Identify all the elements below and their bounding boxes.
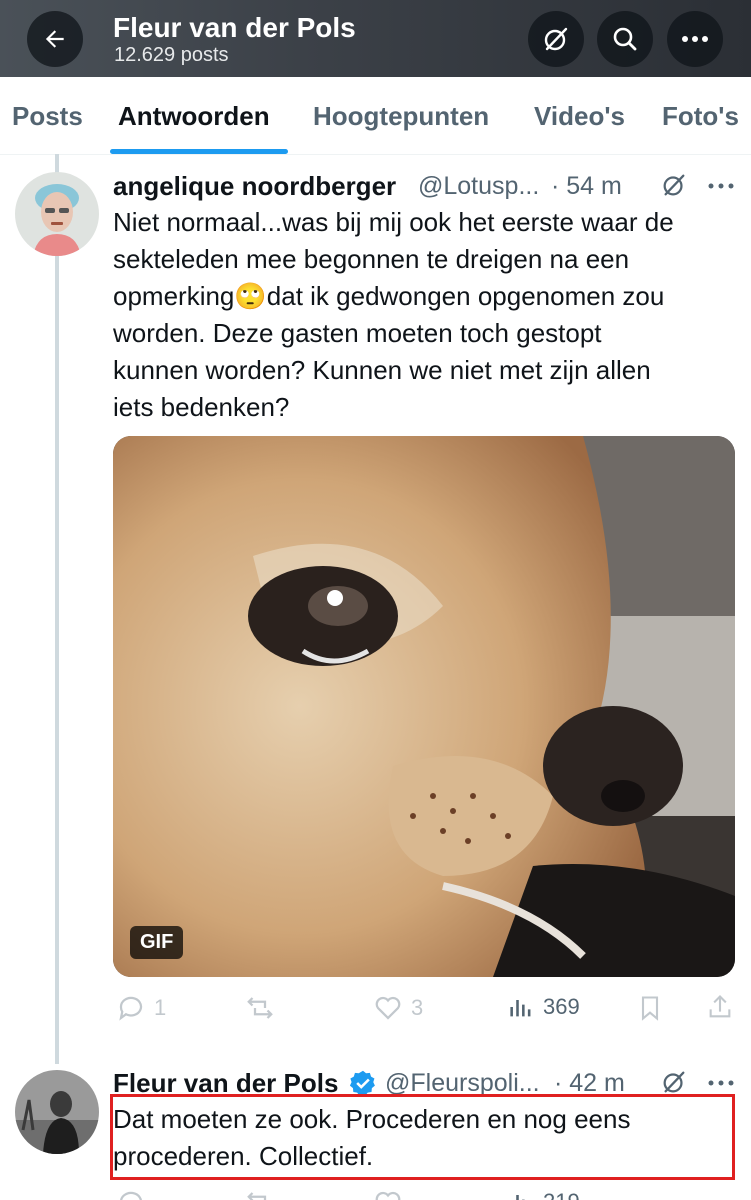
reply-icon: [119, 996, 143, 1021]
heart-icon: [375, 1191, 401, 1200]
views-button[interactable]: 369: [507, 993, 580, 1021]
search-button[interactable]: [597, 11, 653, 67]
more-dots-icon: [682, 36, 708, 42]
timestamp[interactable]: · 54 m: [551, 172, 622, 201]
active-tab-indicator: [110, 149, 288, 154]
author-handle[interactable]: @Lotusp...: [418, 172, 539, 201]
tweet-text: Niet normaal...was bij mij ook het eerst…: [113, 204, 743, 426]
tweet-text-line: worden. Deze gasten moeten toch gestopt: [113, 318, 602, 348]
tab-replies[interactable]: Antwoorden: [118, 101, 270, 132]
tweet-text-line: iets bedenken?: [113, 392, 290, 422]
repost-button[interactable]: [244, 993, 276, 1023]
views-button[interactable]: 219: [507, 1188, 580, 1200]
highlight-annotation-box: [110, 1094, 735, 1180]
profile-header: Fleur van der Pols 12.629 posts: [0, 0, 751, 77]
verified-badge-icon: [349, 1070, 375, 1096]
post-count: 12.629 posts: [114, 44, 229, 66]
back-button[interactable]: [27, 11, 83, 67]
share-icon: [709, 995, 731, 1018]
tab-photos[interactable]: Foto's: [662, 101, 739, 132]
gif-media[interactable]: GIF: [113, 436, 735, 977]
like-count: 3: [411, 995, 424, 1020]
view-count: 369: [543, 994, 580, 1019]
avatar[interactable]: [15, 172, 99, 256]
dog-gif-image: [113, 436, 735, 977]
tweet-text-line: Niet normaal...was bij mij ook het eerst…: [113, 207, 674, 237]
reply-count: 1: [154, 995, 167, 1020]
like-button[interactable]: [373, 1188, 403, 1200]
repost-button[interactable]: [244, 1188, 276, 1200]
search-icon: [613, 27, 637, 51]
avatar-image: [15, 1070, 99, 1154]
author-name[interactable]: angelique noordberger: [113, 171, 396, 202]
avatar[interactable]: [15, 1070, 99, 1154]
tweet-text-fragment: dat ik gedwongen opgenomen zou: [266, 281, 665, 311]
grok-icon[interactable]: [660, 1068, 688, 1096]
reply-button[interactable]: [116, 1188, 146, 1200]
reply-button[interactable]: 1: [116, 993, 166, 1023]
gif-badge: GIF: [130, 926, 184, 959]
thread-connector: [55, 154, 59, 1064]
more-dots-icon[interactable]: [707, 1079, 735, 1087]
grok-button[interactable]: [528, 11, 584, 67]
grok-icon[interactable]: [660, 171, 688, 199]
tweet-text-line: kunnen worden? Kunnen we niet met zijn a…: [113, 355, 651, 385]
tweet-text-line: opmerking🙄dat ik gedwongen opgenomen zou: [113, 278, 743, 315]
grok-icon: [544, 27, 568, 51]
tab-videos[interactable]: Video's: [534, 101, 625, 132]
share-button[interactable]: [706, 992, 734, 1022]
heart-icon: [375, 996, 401, 1020]
tab-highlights[interactable]: Hoogtepunten: [313, 101, 489, 132]
more-dots-icon[interactable]: [707, 182, 735, 190]
repost-icon: [247, 997, 273, 1019]
bookmark-icon: [641, 996, 659, 1021]
tweet2-actions-clip: 219: [0, 1188, 751, 1200]
tweet-text-fragment: opmerking: [113, 281, 235, 311]
profile-tabs: Posts Antwoorden Hoogtepunten Video's Fo…: [0, 77, 751, 155]
reply-icon: [120, 1191, 142, 1200]
tab-posts[interactable]: Posts: [12, 101, 83, 132]
rolling-eyes-emoji: 🙄: [234, 281, 267, 311]
more-button[interactable]: [667, 11, 723, 67]
avatar-image: [15, 172, 99, 256]
arrow-left-icon: [45, 30, 64, 48]
views-icon: [516, 1195, 525, 1200]
views-icon: [510, 1000, 531, 1017]
like-button[interactable]: 3: [373, 993, 423, 1023]
profile-name: Fleur van der Pols: [113, 12, 356, 43]
bookmark-button[interactable]: [636, 993, 664, 1023]
tweet-text-line: sekteleden mee begonnen te dreigen na ee…: [113, 244, 630, 274]
view-count: 219: [543, 1189, 580, 1200]
repost-icon: [247, 1192, 267, 1200]
